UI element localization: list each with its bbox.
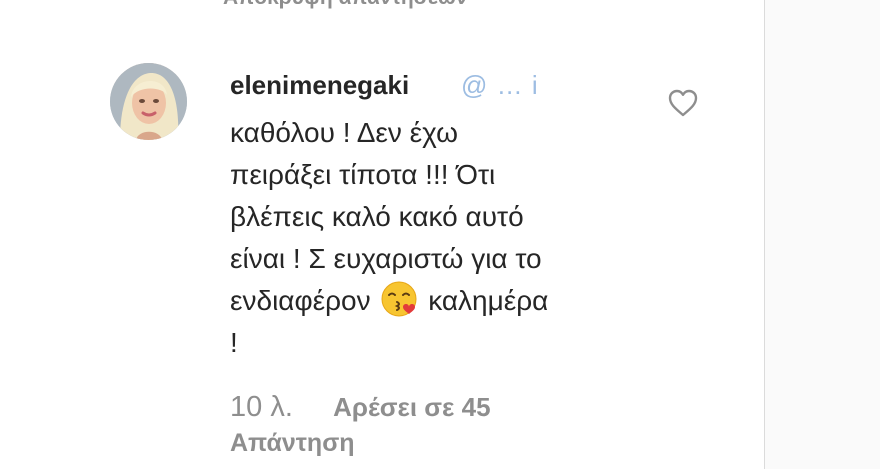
- comment-likes-count[interactable]: Αρέσει σε 45: [333, 392, 490, 422]
- comment-line-with-emoji: ενδιαφέρον καλημέρα: [230, 280, 630, 322]
- comment-line: πειράξει τίποτα !!! Ότι: [230, 159, 496, 190]
- profile-photo-icon: [110, 63, 187, 140]
- comment-username[interactable]: elenimenegaki: [230, 70, 409, 101]
- reply-button[interactable]: Απάντηση: [230, 429, 355, 458]
- comment-text-segment: καλημέρα: [428, 285, 549, 316]
- kissing-face-emoji-icon: [381, 281, 417, 317]
- comment-line: βλέπεις καλό κακό αυτό: [230, 201, 524, 232]
- comment-timestamp[interactable]: 10 λ.: [230, 391, 293, 423]
- side-panel: [764, 0, 880, 469]
- comment-mention[interactable]: @ … i: [461, 70, 539, 101]
- comment-meta: 10 λ. Αρέσει σε 45: [230, 391, 491, 424]
- comment-text-segment: ενδιαφέρον: [230, 285, 371, 316]
- comment-line: είναι ! Σ ευχαριστώ για το: [230, 243, 542, 274]
- comment-view: Απόκρυψη απαντήσεων elenimenegaki @ … i …: [0, 0, 880, 469]
- comment-body: καθόλου ! Δεν έχω πειράξει τίποτα !!! Ότ…: [230, 112, 630, 364]
- heart-outline-icon[interactable]: [667, 88, 699, 118]
- avatar[interactable]: [110, 63, 187, 140]
- hide-replies-link[interactable]: Απόκρυψη απαντήσεων: [223, 0, 467, 10]
- comment-line: καθόλου ! Δεν έχω: [230, 117, 458, 148]
- comment-line: !: [230, 327, 238, 358]
